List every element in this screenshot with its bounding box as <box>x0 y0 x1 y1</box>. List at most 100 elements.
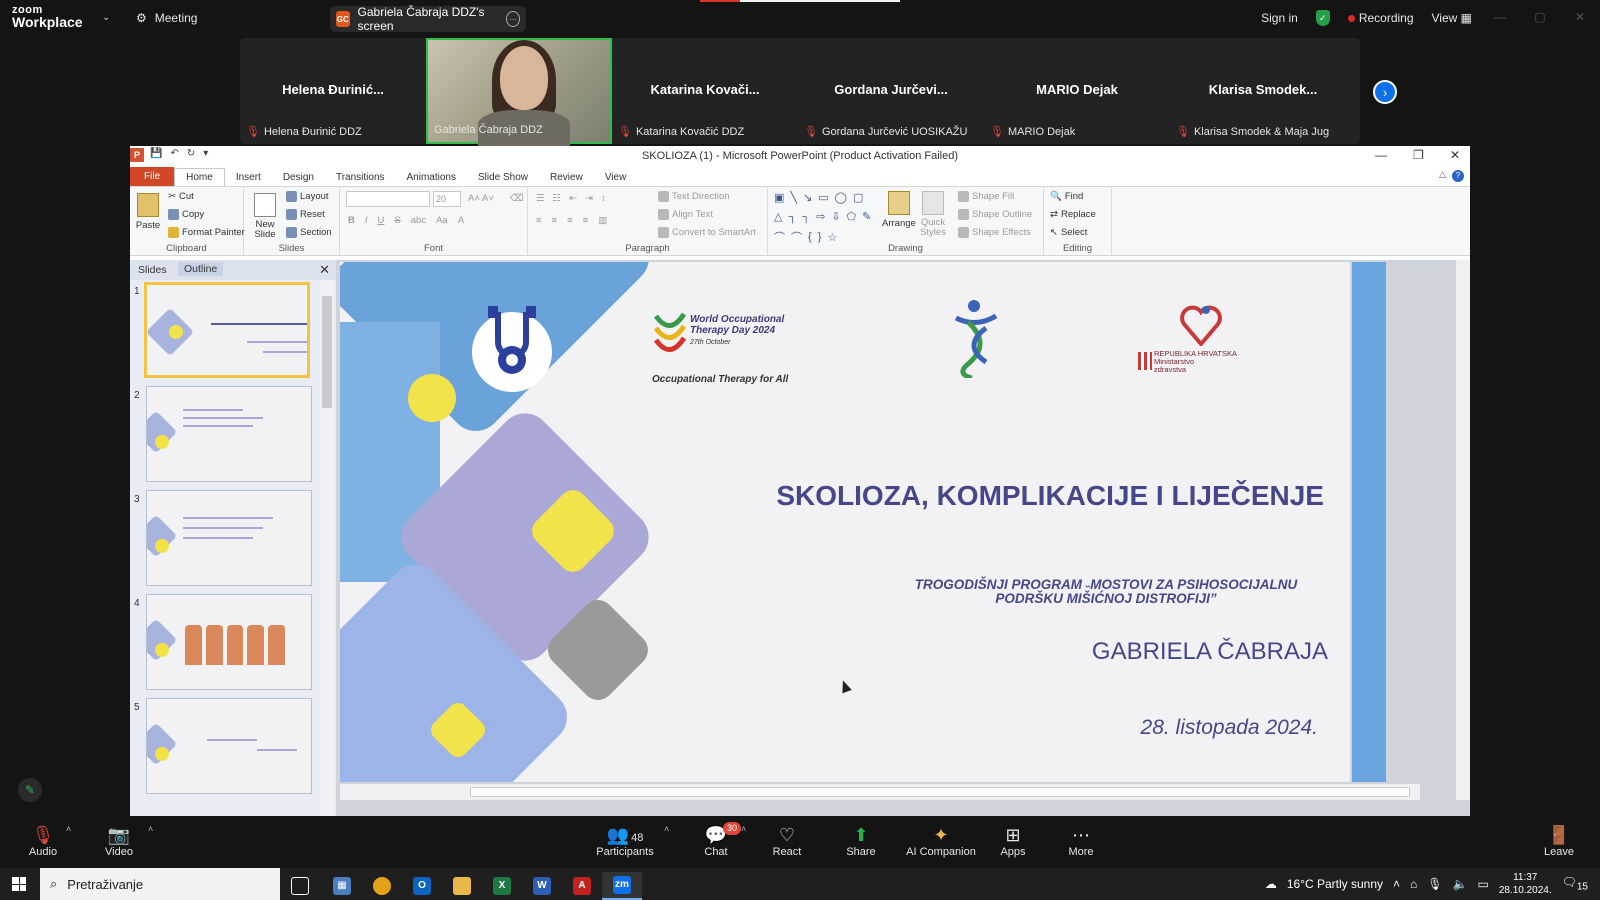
help-icon[interactable]: ? <box>1452 170 1464 182</box>
strike-icon[interactable]: S <box>394 215 400 226</box>
file-explorer-icon[interactable] <box>442 872 482 900</box>
react-button[interactable]: ♡ React <box>752 824 822 858</box>
grow-font-icon[interactable]: A˄ A˅ <box>468 193 494 204</box>
tab-view[interactable]: View <box>594 169 638 186</box>
shape-outline-button[interactable]: Shape Outline <box>958 209 1032 220</box>
excel-icon[interactable]: X <box>482 872 522 900</box>
find-button[interactable]: 🔍 Find <box>1050 191 1083 202</box>
display-icon[interactable]: ▭ <box>1477 877 1488 891</box>
justify-icon[interactable]: ≡ <box>583 215 589 226</box>
bullets-icon[interactable]: ☰ <box>536 193 545 204</box>
copy-button[interactable]: Copy <box>168 209 204 220</box>
slide-title[interactable]: SKOLIOZA, KOMPLIKACIJE I LIJEČENJE <box>776 480 1324 512</box>
calculator-icon[interactable]: ▦ <box>322 872 362 900</box>
tab-design[interactable]: Design <box>272 169 325 186</box>
close-pane-icon[interactable]: ✕ <box>319 262 330 278</box>
align-left-icon[interactable]: ≡ <box>536 215 542 226</box>
tab-home[interactable]: Home <box>174 168 225 186</box>
bold-icon[interactable]: B <box>348 215 355 226</box>
volume-icon[interactable]: 🔈 <box>1453 877 1468 891</box>
screen-share-pill[interactable]: GC Gabriela Čabraja DDZ's screen ··· <box>330 5 526 33</box>
minimize-ribbon-icon[interactable]: △ <box>1439 169 1446 180</box>
minimize-icon[interactable]: — <box>1480 0 1520 36</box>
select-button[interactable]: ↖ Select <box>1050 227 1087 238</box>
weather-text[interactable]: 16°C Partly sunny <box>1287 877 1383 891</box>
chevron-up-icon[interactable]: ˄ <box>148 824 153 834</box>
zoom-taskbar-icon[interactable]: zm <box>602 872 642 900</box>
font-family-select[interactable] <box>346 191 430 207</box>
slide-date[interactable]: 28. listopada 2024. <box>1141 716 1318 740</box>
tab-insert[interactable]: Insert <box>225 169 272 186</box>
change-case-icon[interactable]: Aa <box>436 215 448 226</box>
line-spacing-icon[interactable]: ↕ <box>601 193 606 204</box>
participants-button[interactable]: 👥 48 Participants ˄ <box>590 824 669 858</box>
minimize-icon[interactable]: — <box>1375 148 1387 162</box>
current-slide[interactable]: World Occupational Therapy Day 2024 27th… <box>340 262 1350 782</box>
convert-smartart-button[interactable]: Convert to SmartArt <box>658 227 756 238</box>
tab-slide-show[interactable]: Slide Show <box>467 169 539 186</box>
chat-button[interactable]: 💬 30 Chat ˄ <box>681 822 751 858</box>
participant-tile[interactable]: Helena Đurinić... 🎙 Helena Đurinić DDZ <box>240 38 426 144</box>
recording-indicator[interactable]: Recording <box>1347 11 1414 25</box>
share-button[interactable]: ⬆ Share <box>826 824 896 858</box>
tab-outline-pane[interactable]: Outline <box>178 262 224 276</box>
notifications-icon[interactable]: 🗨15 <box>1562 875 1588 892</box>
tab-transitions[interactable]: Transitions <box>325 169 396 186</box>
ai-companion-button[interactable]: ✦ AI Companion <box>906 824 976 858</box>
more-button[interactable]: ⋯ More <box>1046 824 1116 858</box>
microphone-icon[interactable]: 🎙 <box>1427 877 1442 891</box>
underline-icon[interactable]: U <box>378 215 385 226</box>
chevron-up-icon[interactable]: ˄ <box>664 824 669 834</box>
tab-review[interactable]: Review <box>539 169 594 186</box>
zoom-logo[interactable]: zoom Workplace <box>12 4 83 29</box>
participant-tile[interactable]: Klarisa Smodek... 🎙 Klarisa Smodek & Maja… <box>1170 38 1356 144</box>
network-icon[interactable]: ⌂ <box>1410 877 1417 891</box>
close-icon[interactable]: ✕ <box>1560 0 1600 36</box>
maximize-icon[interactable]: ▢ <box>1520 0 1560 36</box>
slide-thumb-4[interactable] <box>146 594 312 690</box>
word-icon[interactable]: W <box>522 872 562 900</box>
apps-button[interactable]: ⊞ Apps <box>978 824 1048 858</box>
outdent-icon[interactable]: ⇥ <box>585 193 593 204</box>
leave-button[interactable]: 🚪 Leave <box>1524 824 1594 858</box>
replace-button[interactable]: ⇄ Replace <box>1050 209 1096 220</box>
slide-thumb-2[interactable] <box>146 386 312 482</box>
scrollbar-thumb[interactable] <box>470 787 1410 797</box>
participant-tile[interactable]: Katarina Kovači... 🎙 Katarina Kovačić DDZ <box>612 38 798 144</box>
chrome-icon[interactable] <box>362 872 402 900</box>
tab-slides-pane[interactable]: Slides <box>138 264 167 276</box>
cut-button[interactable]: ✂ Cut <box>168 191 194 202</box>
shape-effects-button[interactable]: Shape Effects <box>958 227 1031 238</box>
audio-button[interactable]: 🎙 Audio ˄ <box>8 824 78 858</box>
taskbar-clock[interactable]: 11:37 28.10.2024. <box>1499 871 1552 897</box>
indent-icon[interactable]: ⇤ <box>569 193 577 204</box>
section-button[interactable]: Section <box>286 227 332 238</box>
windows-start-icon[interactable] <box>12 877 26 891</box>
clear-format-icon[interactable]: ⌫ <box>510 193 523 204</box>
security-shield-icon[interactable]: ✓ <box>1315 10 1330 26</box>
close-icon[interactable]: ✕ <box>1450 148 1460 162</box>
paste-button[interactable]: Paste <box>136 193 160 231</box>
tab-animations[interactable]: Animations <box>396 169 467 186</box>
participant-tile[interactable]: Gordana Jurčevi... 🎙 Gordana Jurčević UOS… <box>798 38 984 144</box>
align-text-button[interactable]: Align Text <box>658 209 713 220</box>
font-color-icon[interactable]: A <box>458 215 464 226</box>
participant-tile[interactable]: MARIO Dejak 🎙 MARIO Dejak <box>984 38 1170 144</box>
chevron-up-icon[interactable]: ˄ <box>741 824 746 834</box>
chevron-up-icon[interactable]: ˄ <box>66 824 71 834</box>
slide-thumb-1[interactable] <box>144 282 310 378</box>
taskbar-search[interactable]: ⌕ Pretraživanje <box>40 868 280 900</box>
slide-presenter[interactable]: GABRIELA ČABRAJA <box>1092 638 1328 666</box>
chevron-up-icon[interactable]: ˄ <box>1393 877 1400 891</box>
layout-button[interactable]: Layout <box>286 191 329 202</box>
meeting-button[interactable]: ⚙ Meeting <box>136 11 197 25</box>
char-spacing-icon[interactable]: abc <box>411 215 426 226</box>
view-button[interactable]: View ▦ <box>1432 11 1472 25</box>
acrobat-icon[interactable]: A <box>562 872 602 900</box>
format-painter-button[interactable]: Format Painter <box>168 227 245 238</box>
slide-thumb-3[interactable] <box>146 490 312 586</box>
quick-styles-button[interactable]: Quick Styles <box>918 191 948 238</box>
font-size-select[interactable]: 20 <box>433 191 461 207</box>
new-slide-button[interactable]: New Slide <box>252 193 278 240</box>
reset-button[interactable]: Reset <box>286 209 325 220</box>
